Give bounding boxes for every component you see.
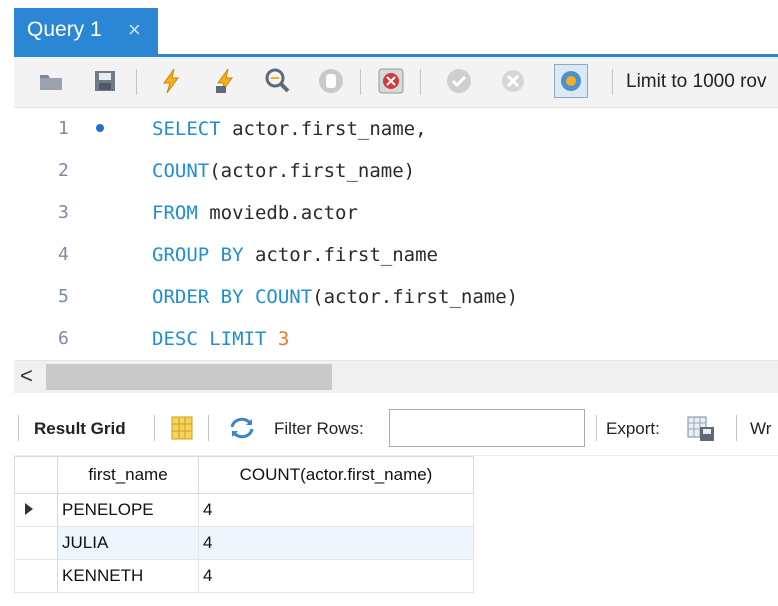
stop-icon[interactable] [316, 66, 346, 96]
sql-keyword: COUNT [152, 160, 210, 182]
table-row[interactable]: JULIA 4 [14, 526, 474, 560]
toolbar-separator [360, 69, 361, 95]
scroll-thumb[interactable] [46, 364, 332, 390]
cell-first-name[interactable]: JULIA [57, 526, 199, 560]
folder-open-icon[interactable] [36, 66, 66, 96]
sql-code: SELECT actor.first_name, [152, 108, 427, 150]
tab-query-1[interactable]: Query 1 × [14, 8, 158, 54]
current-statement-dot-icon [96, 124, 104, 132]
toolbar-separator [736, 415, 737, 441]
cell-count[interactable]: 4 [198, 526, 474, 560]
editor-line[interactable]: 2 COUNT(actor.first_name) [14, 150, 778, 192]
line-number: 6 [58, 328, 69, 349]
toolbar-separator [208, 415, 209, 441]
cell-count[interactable]: 4 [198, 559, 474, 593]
tab-bar: Query 1 × [0, 0, 778, 57]
current-row-arrow-icon [25, 503, 33, 515]
sql-keyword: DESC [152, 328, 198, 350]
editor-line[interactable]: 5 ORDER BY COUNT(actor.first_name) [14, 276, 778, 318]
result-toolbar: Result Grid Filter Rows: Export: Wr [14, 403, 778, 456]
sql-keyword: SELECT [152, 118, 221, 140]
result-table: first_name COUNT(actor.first_name) PENEL… [14, 456, 474, 593]
commit-icon[interactable] [444, 66, 474, 96]
sql-keyword: COUNT [254, 286, 313, 308]
sql-text: actor.first_name [243, 244, 438, 266]
toolbar-separator [612, 69, 613, 95]
toolbar-separator [420, 69, 421, 95]
close-icon[interactable]: × [128, 8, 141, 52]
rollback-icon[interactable] [498, 66, 528, 96]
line-number: 4 [58, 244, 69, 265]
cell-first-name[interactable]: PENELOPE [57, 493, 199, 527]
refresh-icon[interactable] [228, 415, 256, 441]
toolbar-separator [18, 415, 19, 441]
sql-text: moviedb.actor [197, 202, 358, 224]
sql-keyword: ORDER BY [152, 286, 244, 308]
explain-icon[interactable] [262, 66, 292, 96]
sql-code: FROM moviedb.actor [152, 192, 358, 234]
line-number: 5 [58, 286, 69, 307]
editor-line[interactable]: 3 FROM moviedb.actor [14, 192, 778, 234]
toolbar-separator [154, 415, 155, 441]
row-indicator[interactable] [14, 493, 58, 527]
table-row[interactable]: KENNETH 4 [14, 559, 474, 593]
autocommit-icon[interactable] [554, 64, 588, 98]
export-label: Export: [606, 419, 660, 438]
sql-code: DESC LIMIT 3 [152, 318, 289, 360]
sql-text: (actor.first_name) [209, 160, 416, 182]
execute-icon[interactable] [156, 66, 186, 96]
sql-text: actor.first_name, [220, 118, 427, 140]
editor-line[interactable]: 4 GROUP BY actor.first_name [14, 234, 778, 276]
table-row[interactable]: PENELOPE 4 [14, 493, 474, 527]
tab-title: Query 1 [27, 18, 102, 41]
cell-count[interactable]: 4 [198, 493, 474, 527]
sql-editor[interactable]: 1 SELECT actor.first_name, 2 COUNT(actor.fi… [14, 108, 778, 360]
toggle-error-icon[interactable] [376, 66, 406, 96]
wrap-cell-label[interactable]: Wr [750, 403, 771, 455]
table-header-row: first_name COUNT(actor.first_name) [14, 456, 474, 494]
toolbar-separator [596, 415, 597, 441]
sql-keyword: FROM [152, 202, 198, 224]
sql-code: COUNT(actor.first_name) [152, 150, 415, 192]
execute-current-icon[interactable] [210, 66, 240, 96]
save-icon[interactable] [90, 66, 120, 96]
result-grid: first_name COUNT(actor.first_name) PENEL… [14, 456, 778, 606]
export-icon[interactable] [686, 413, 716, 443]
filter-rows-input[interactable] [389, 409, 585, 447]
row-indicator[interactable] [14, 526, 58, 560]
sql-number: 3 [277, 328, 290, 350]
horizontal-scrollbar[interactable]: < [14, 360, 778, 393]
row-indicator[interactable] [14, 559, 58, 593]
sql-keyword: GROUP BY [152, 244, 244, 266]
sql-code: GROUP BY actor.first_name [152, 234, 438, 276]
toolbar-separator [136, 69, 137, 95]
line-number: 1 [58, 118, 69, 139]
limit-rows-select[interactable]: Limit to 1000 rov [626, 57, 766, 107]
line-number: 2 [58, 160, 69, 181]
sql-code: ORDER BY COUNT(actor.first_name) [152, 276, 518, 318]
editor-line[interactable]: 1 SELECT actor.first_name, [14, 108, 778, 150]
column-header-count[interactable]: COUNT(actor.first_name) [198, 456, 474, 494]
scroll-left-arrow-icon[interactable]: < [20, 363, 33, 389]
cell-first-name[interactable]: KENNETH [57, 559, 199, 593]
editor-line[interactable]: 6 DESC LIMIT 3 [14, 318, 778, 360]
sql-keyword: LIMIT [209, 328, 267, 350]
row-indicator-header [14, 456, 58, 494]
result-grid-tab[interactable]: Result Grid [34, 403, 126, 455]
line-number: 3 [58, 202, 69, 223]
column-header-first-name[interactable]: first_name [57, 456, 199, 494]
sql-text: (actor.first_name) [312, 286, 519, 308]
filter-rows-label: Filter Rows: [274, 419, 364, 438]
form-editor-icon[interactable] [170, 415, 194, 441]
query-toolbar: Limit to 1000 rov [14, 57, 778, 108]
